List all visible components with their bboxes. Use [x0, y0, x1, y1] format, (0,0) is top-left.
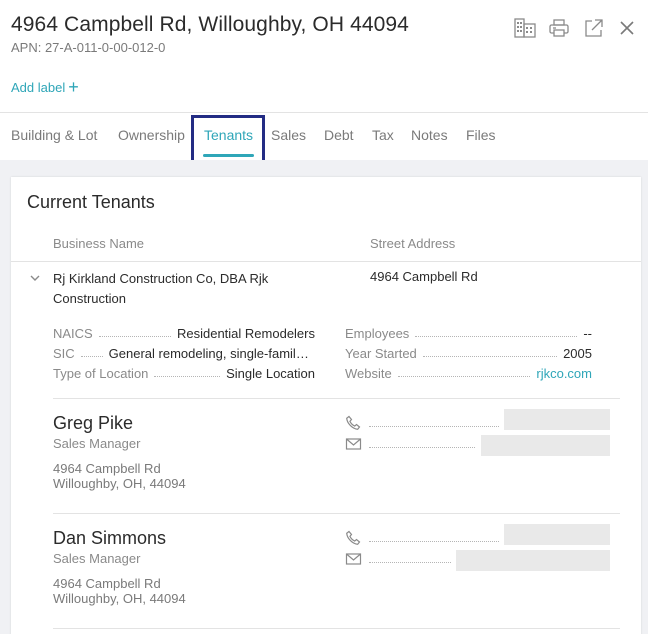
active-tab-indicator	[203, 154, 254, 157]
column-header-business-name: Business Name	[53, 236, 145, 251]
detail-naics: NAICS Residential Remodelers	[53, 323, 315, 341]
phone-icon	[346, 530, 361, 545]
property-header: 4964 Campbell Rd, Willoughby, OH 44094 A…	[0, 0, 648, 113]
divider	[53, 513, 620, 514]
leader-dots	[369, 447, 475, 448]
plus-icon: +	[68, 77, 79, 97]
leader-dots	[369, 426, 499, 427]
detail-sic: SIC General remodeling, single-family hou…	[53, 343, 315, 361]
tab-notes[interactable]: Notes	[411, 127, 448, 143]
tab-debt[interactable]: Debt	[324, 127, 354, 143]
detail-label: Employees	[345, 326, 410, 341]
header-actions	[514, 17, 638, 39]
detail-value: 2005	[563, 346, 592, 361]
tenant-street-address: 4964 Campbell Rd	[370, 269, 478, 284]
leader-dots	[80, 356, 103, 357]
detail-value: --	[583, 326, 592, 341]
column-header-street-address: Street Address	[370, 236, 456, 251]
contact-name: Dan Simmons	[53, 528, 167, 548]
leader-dots	[397, 376, 531, 377]
detail-label: NAICS	[53, 326, 93, 341]
close-icon[interactable]	[616, 17, 638, 39]
leader-dots	[98, 336, 171, 337]
redacted-email	[481, 435, 610, 456]
leader-dots	[154, 376, 221, 377]
detail-value: Single Location	[226, 366, 315, 381]
detail-value: Residential Remodelers	[176, 326, 315, 341]
tenants-card: Current Tenants Business Name Street Add…	[11, 177, 641, 634]
detail-label: SIC	[53, 346, 75, 361]
tab-ownership[interactable]: Ownership	[118, 127, 185, 143]
tab-tenants[interactable]: Tenants	[204, 127, 253, 143]
phone-icon	[346, 415, 361, 430]
divider	[53, 628, 620, 629]
leader-dots	[369, 541, 499, 542]
leader-dots	[422, 356, 558, 357]
external-link-icon[interactable]	[582, 17, 604, 39]
detail-type-of-location: Type of Location Single Location	[53, 363, 315, 381]
page-title: 4964 Campbell Rd, Willoughby, OH 44094	[11, 13, 409, 36]
apn-text: APN: 27-A-011-0-00-012-0	[11, 40, 166, 55]
tab-sales[interactable]: Sales	[271, 127, 306, 143]
building-grid-icon[interactable]	[514, 17, 536, 39]
detail-value: General remodeling, single-family houses	[108, 346, 315, 361]
add-label-text: Add label	[11, 80, 66, 95]
detail-label: Type of Location	[53, 366, 149, 381]
leader-dots	[415, 336, 578, 337]
section-title: Current Tenants	[27, 192, 155, 212]
tab-files[interactable]: Files	[466, 127, 496, 143]
tab-tax[interactable]: Tax	[372, 127, 394, 143]
printer-icon[interactable]	[548, 17, 570, 39]
contact-address-line1: 4964 Campbell Rd	[53, 461, 161, 476]
redacted-phone	[504, 409, 610, 430]
contact-address-line2: Willoughby, OH, 44094	[53, 591, 186, 606]
contact-address-line2: Willoughby, OH, 44094	[53, 476, 186, 491]
redacted-email	[456, 550, 610, 571]
redacted-phone	[504, 524, 610, 545]
detail-employees: Employees --	[345, 323, 592, 341]
leader-dots	[369, 562, 451, 563]
contact-name: Greg Pike	[53, 413, 134, 433]
mail-icon	[345, 438, 362, 450]
detail-year-started: Year Started 2005	[345, 343, 592, 361]
tab-bar: Building & Lot Ownership Tenants Sales D…	[0, 113, 648, 160]
detail-website: Website rjkco.com	[345, 363, 592, 381]
contact-role: Sales Manager	[53, 436, 141, 451]
detail-label: Website	[345, 366, 392, 381]
tenant-business-name: Rj Kirkland Construction Co, DBA Rjk Con…	[53, 271, 269, 306]
website-link[interactable]: rjkco.com	[536, 366, 592, 381]
contact-address-line1: 4964 Campbell Rd	[53, 576, 161, 591]
divider	[53, 398, 620, 399]
contact-role: Sales Manager	[53, 551, 141, 566]
tab-building-lot[interactable]: Building & Lot	[11, 127, 97, 143]
mail-icon	[345, 553, 362, 565]
header-divider	[11, 261, 641, 262]
chevron-down-icon[interactable]	[29, 272, 41, 284]
detail-label: Year Started	[345, 346, 417, 361]
add-label-button[interactable]: Add label +	[11, 76, 79, 97]
